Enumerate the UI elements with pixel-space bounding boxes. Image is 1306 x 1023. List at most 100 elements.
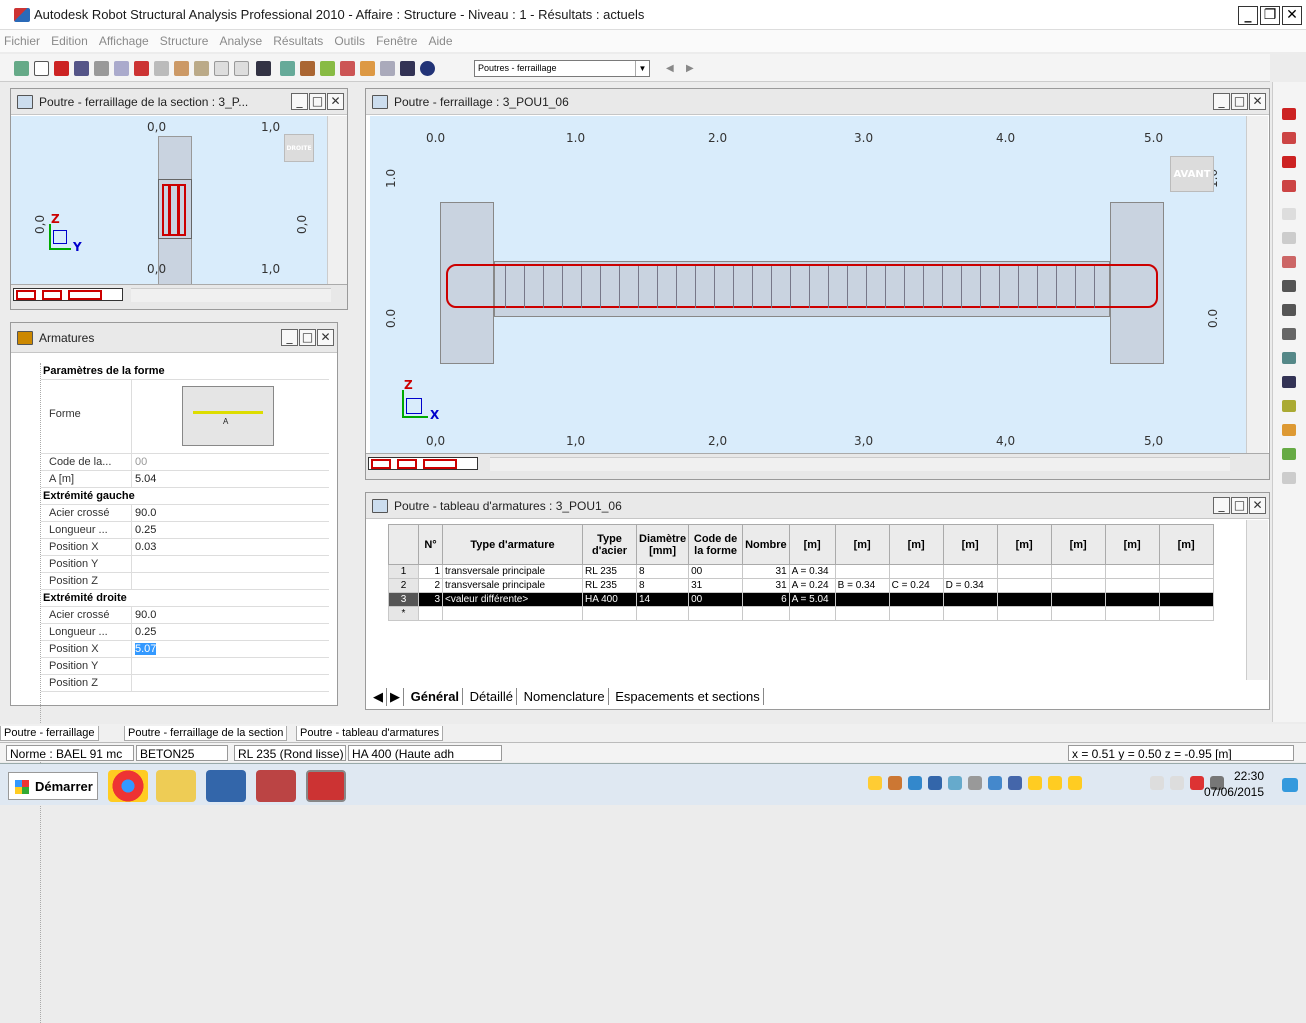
row-header[interactable]: * (388, 606, 419, 621)
property-row[interactable]: Position Y (41, 556, 329, 573)
tray-icon[interactable] (968, 776, 982, 790)
maximize-button[interactable]: □ (309, 93, 326, 110)
horizontal-scrollbar[interactable] (490, 457, 1230, 471)
property-value[interactable]: 5.04 (131, 471, 329, 488)
menu-fenetre[interactable]: Fenêtre (372, 30, 421, 52)
property-value[interactable]: 00 (131, 454, 329, 471)
property-value[interactable]: 5.07 (131, 641, 329, 658)
tray-icon[interactable] (1048, 776, 1062, 790)
save-icon[interactable] (54, 61, 69, 76)
table-cell[interactable] (942, 564, 998, 579)
column-header[interactable]: Code de la forme (688, 524, 744, 565)
table-cell[interactable] (834, 606, 890, 621)
print-icon[interactable] (74, 61, 89, 76)
rebar-table[interactable]: N° Type d'armature Type d'acier Diamètre [m… (388, 524, 1214, 621)
table-cell[interactable]: B = 0.34 (834, 578, 890, 593)
tab-nomenclature[interactable]: Nomenclature (521, 688, 609, 705)
maximize-button[interactable]: □ (1231, 93, 1248, 110)
tray-icon[interactable] (908, 776, 922, 790)
network-icon[interactable] (1150, 776, 1164, 790)
table-cell[interactable]: 8 (635, 564, 690, 579)
tray-icon[interactable] (928, 776, 942, 790)
property-value[interactable]: 90.0 (131, 607, 329, 624)
column-header[interactable]: Type d'armature (442, 524, 583, 565)
tab-next-icon[interactable]: ▶ (387, 688, 404, 706)
section-view-window[interactable]: Poutre - ferraillage de la section : 3_P… (10, 88, 348, 310)
property-row[interactable]: Code de la... 00 (41, 454, 329, 471)
table-cell[interactable]: 31 (688, 578, 744, 593)
table-row[interactable]: 1 1 transversale principale RL 235 8 00 31 A = … (388, 564, 1214, 579)
table-cell[interactable]: <valeur différente> (442, 592, 583, 607)
tab-prev-icon[interactable]: ◀ (370, 688, 387, 706)
column-header[interactable]: [m] (1050, 524, 1106, 565)
table-cell[interactable]: 14 (635, 592, 690, 607)
results-icon[interactable] (400, 61, 415, 76)
table-cell[interactable] (1104, 606, 1160, 621)
zoom-icon[interactable] (280, 61, 295, 76)
tab-detaille[interactable]: Détaillé (467, 688, 518, 705)
highlight-icon[interactable] (1282, 424, 1296, 436)
table-cell[interactable] (1104, 592, 1160, 607)
property-value[interactable]: 0.03 (131, 539, 329, 556)
tab-tableau-armatures[interactable]: Poutre - tableau d'armatures (296, 726, 444, 741)
column-header[interactable]: [m] (996, 524, 1052, 565)
column-header[interactable]: [m] (834, 524, 890, 565)
table-cell[interactable] (1104, 578, 1160, 593)
property-value[interactable]: 0.25 (131, 624, 329, 641)
property-value[interactable] (131, 675, 329, 692)
beam-icon[interactable] (1282, 132, 1296, 144)
menu-fichier[interactable]: Fichier (0, 30, 44, 52)
rebar-icon[interactable] (1282, 108, 1296, 120)
property-row[interactable]: A [m] 5.04 (41, 471, 329, 488)
property-value[interactable] (131, 658, 329, 675)
table-cell[interactable] (1104, 564, 1160, 579)
table-icon[interactable] (380, 61, 395, 76)
table-cell[interactable] (1050, 606, 1106, 621)
table-cell[interactable] (635, 606, 690, 621)
resize-grip-icon[interactable] (1282, 472, 1296, 484)
chevron-down-icon[interactable]: ▼ (635, 61, 649, 76)
vertical-scrollbar[interactable] (327, 116, 347, 284)
tray-icon[interactable] (948, 776, 962, 790)
table-view-icon[interactable] (1282, 376, 1296, 388)
footing-icon[interactable] (1282, 180, 1296, 192)
table-cell[interactable]: A = 0.24 (788, 578, 836, 593)
tab-poutre-ferraillage[interactable]: Poutre - ferraillage (0, 726, 99, 741)
table-cell[interactable] (1050, 564, 1106, 579)
table-cell[interactable]: HA 400 (582, 592, 637, 607)
calc-notes-icon[interactable] (256, 61, 271, 76)
property-value[interactable]: A (131, 380, 329, 454)
tray-icon[interactable] (988, 776, 1002, 790)
horizontal-scrollbar[interactable] (131, 288, 331, 302)
column-header[interactable]: [m] (1104, 524, 1160, 565)
row-header[interactable]: 1 (388, 564, 419, 579)
row-header[interactable]: 3 (388, 592, 419, 607)
property-value[interactable] (131, 556, 329, 573)
table-cell[interactable] (996, 592, 1052, 607)
layout-select[interactable]: Poutres - ferraillage ▼ (474, 60, 650, 77)
close-button[interactable]: ✕ (1249, 497, 1266, 514)
column-header[interactable]: [m] (942, 524, 998, 565)
minimize-button[interactable]: _ (291, 93, 308, 110)
tray-icon[interactable] (888, 776, 902, 790)
table-cell[interactable]: 2 (418, 578, 443, 593)
load-icon[interactable] (360, 61, 375, 76)
menu-aide[interactable]: Aide (425, 30, 457, 52)
minimize-button[interactable]: _ (1213, 93, 1230, 110)
view-cube[interactable]: DROITE (284, 134, 314, 162)
close-button[interactable]: ✕ (317, 329, 334, 346)
table-row[interactable]: 2 2 transversale principale RL 235 8 31 31 A = … (388, 578, 1214, 593)
maximize-button[interactable]: □ (299, 329, 316, 346)
property-row[interactable]: Acier crossé 90.0 (41, 505, 329, 522)
table-cell[interactable] (942, 592, 998, 607)
minimize-button[interactable]: _ (1213, 497, 1230, 514)
show-desktop-icon[interactable] (1282, 778, 1298, 792)
property-row[interactable]: Position Z (41, 675, 329, 692)
section-icon[interactable] (340, 61, 355, 76)
menu-affichage[interactable]: Affichage (95, 30, 153, 52)
table-cell[interactable] (834, 564, 890, 579)
menu-outils[interactable]: Outils (330, 30, 369, 52)
beam-canvas[interactable]: 0.0 1.0 2.0 3.0 4.0 5.0 0,0 1,0 2,0 3,0 … (370, 116, 1246, 454)
table-cell[interactable] (888, 592, 944, 607)
next-icon[interactable]: ▶ (686, 63, 694, 74)
